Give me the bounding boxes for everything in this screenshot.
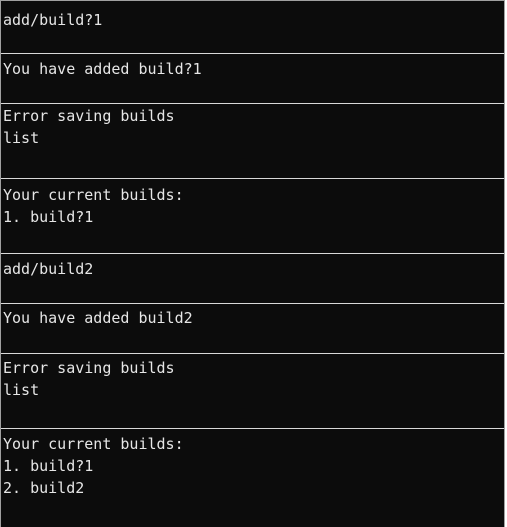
console-line: You have added build2 — [3, 309, 193, 327]
console-line: Error saving builds — [3, 107, 175, 125]
console-line: You have added build?1 — [3, 60, 202, 78]
console-message: Error saving builds list — [1, 104, 504, 179]
console-line: list — [3, 129, 40, 147]
console-window[interactable]: add/build?1 You have added build?1 Error… — [0, 0, 505, 527]
console-message: You have added build?1 — [1, 54, 504, 104]
console-line: Error saving builds — [3, 359, 175, 377]
console-line: add/build2 — [3, 260, 94, 278]
console-line: 2. build2 — [3, 479, 85, 497]
console-line: Your current builds: — [3, 186, 184, 204]
console-line: 1. build?1 — [3, 208, 94, 226]
console-line: Your current builds: — [3, 435, 184, 453]
console-line: list — [3, 381, 40, 399]
console-message: Error saving builds list — [1, 354, 504, 429]
console-message: add/build2 — [1, 254, 504, 304]
console-line: 1. build?1 — [3, 457, 94, 475]
console-line: add/build?1 — [3, 11, 103, 29]
console-message: Your current builds: 1. build?1 — [1, 179, 504, 254]
console-message: You have added build2 — [1, 304, 504, 354]
console-message: Your current builds: 1. build?1 2. build… — [1, 429, 504, 527]
console-message: add/build?1 — [1, 1, 504, 54]
